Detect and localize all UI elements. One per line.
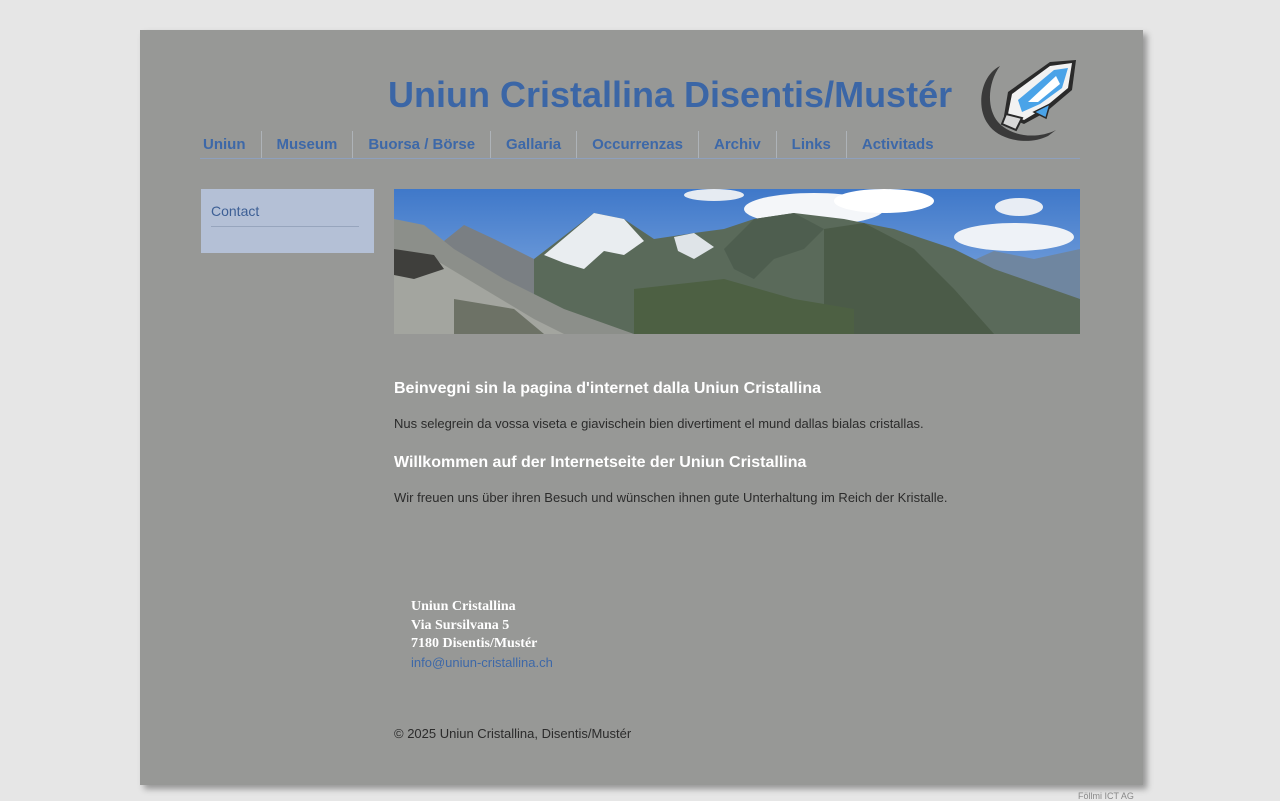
copyright-text: © 2025 Uniun Cristallina, Disentis/Musté… — [394, 726, 632, 741]
address-name: Uniun Cristallina — [411, 599, 516, 614]
nav-item-occurrenzas[interactable]: Occurrenzas — [576, 131, 698, 158]
welcome-text-german: Wir freuen uns über ihren Besuch und wün… — [394, 490, 948, 505]
welcome-text-romansh: Nus selegrein da vossa viseta e giavisch… — [394, 416, 924, 431]
address-street: Via Sursilvana 5 — [411, 617, 510, 633]
site-title: Uniun Cristallina Disentis/Mustér — [388, 74, 953, 115]
welcome-heading-german: Willkommen auf der Internetseite der Uni… — [394, 454, 807, 471]
mountain-panorama-image — [394, 189, 1080, 334]
email-link[interactable]: info@uniun-cristallina.ch — [411, 655, 553, 670]
nav-item-archiv[interactable]: Archiv — [697, 131, 776, 158]
nav-item-links[interactable]: Links — [775, 131, 846, 158]
welcome-heading-romansh: Beinvegni sin la pagina d'internet dalla… — [394, 380, 821, 397]
nav-item-buorsa[interactable]: Buorsa / Börse — [352, 131, 490, 158]
sidebar-item-contact[interactable]: Contact — [211, 203, 359, 227]
page-container: Uniun Cristallina Disentis/Mustér Uniun … — [140, 30, 1143, 785]
nav-item-gallaria[interactable]: Gallaria — [490, 131, 576, 158]
nav-item-uniun[interactable]: Uniun — [200, 131, 261, 158]
nav-item-museum[interactable]: Museum — [260, 131, 353, 158]
contact-address: Uniun Cristallina Via Sursilvana 5 7180 … — [411, 598, 553, 673]
nav-item-activitads[interactable]: Activitads — [845, 131, 949, 158]
address-city: 7180 Disentis/Mustér — [411, 636, 538, 651]
sidebar-subnav: Contact — [201, 189, 374, 253]
main-nav: Uniun Museum Buorsa / Börse Gallaria Occ… — [200, 131, 1080, 159]
